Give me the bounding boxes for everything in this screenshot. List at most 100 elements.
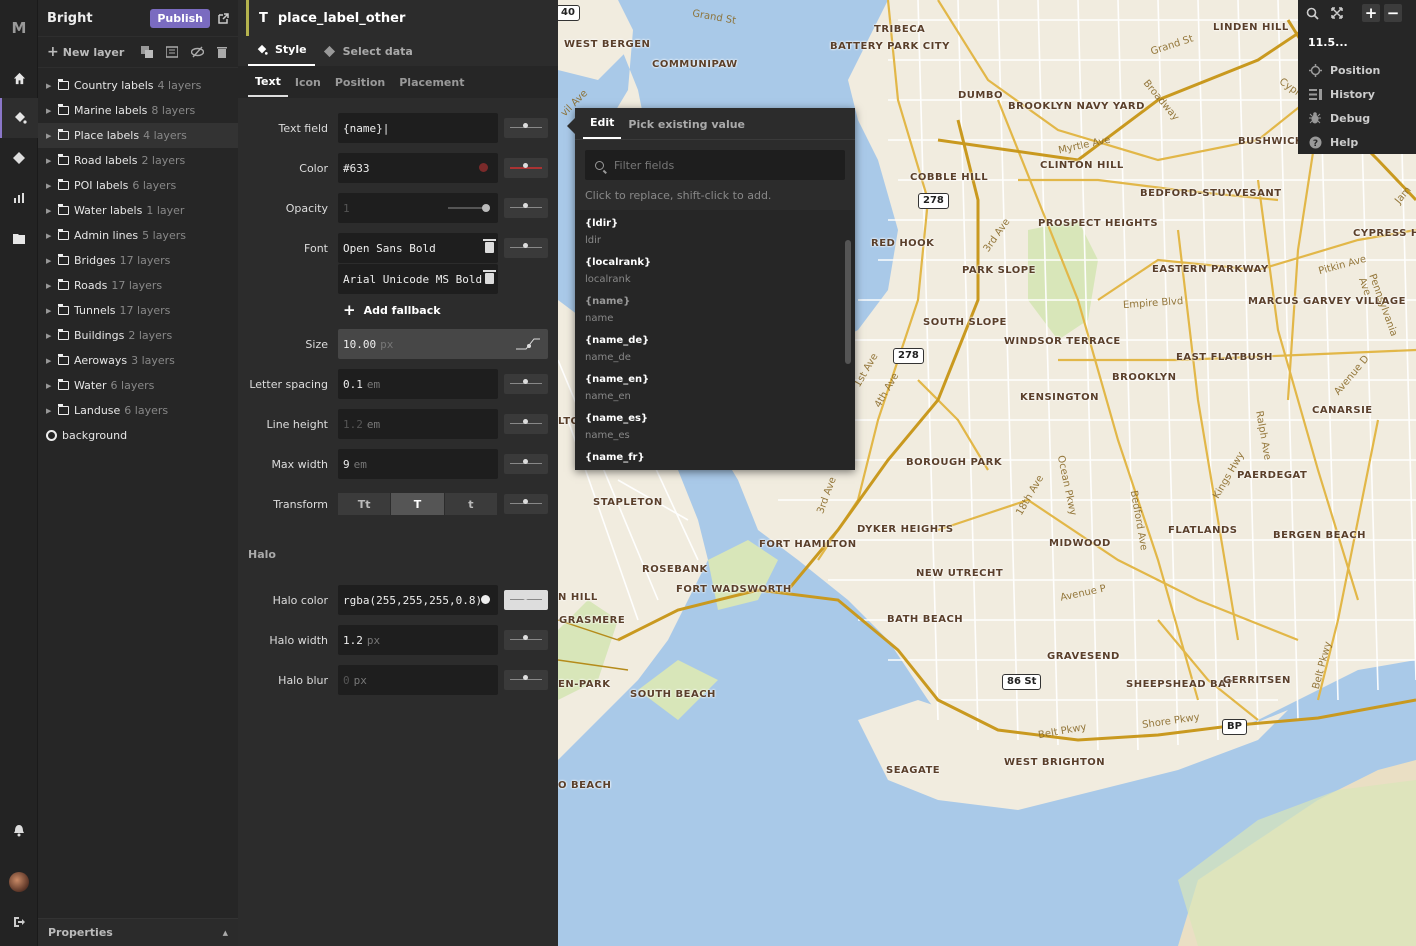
subtab-position[interactable]: Position	[328, 69, 392, 96]
layer-group-row[interactable]: ▶ Road labels 2 layers	[38, 148, 238, 173]
transform-uppercase[interactable]: T	[391, 493, 444, 515]
layer-group-row[interactable]: ▶ POI labels 6 layers	[38, 173, 238, 198]
field-list-scrollbar[interactable]	[845, 240, 851, 364]
zoom-out-button[interactable]: −	[1384, 4, 1402, 22]
fullscreen-icon[interactable]	[1331, 7, 1343, 19]
duplicate-icon[interactable]	[140, 45, 154, 59]
tab-style[interactable]: Style	[248, 43, 315, 66]
size-input[interactable]: 10.00 px	[338, 329, 548, 359]
field-option[interactable]: {localrank} localrank	[575, 249, 855, 288]
text-field-zoom-toggle[interactable]	[504, 118, 548, 138]
layer-group-row[interactable]: ▶ Water 6 layers	[38, 373, 238, 398]
color-swatch[interactable]	[479, 163, 488, 172]
avatar[interactable]	[0, 862, 38, 902]
layer-group-row[interactable]: ▶ Landuse 6 layers	[38, 398, 238, 423]
layer-group-row[interactable]: ▶ Marine labels 8 layers	[38, 98, 238, 123]
opacity-zoom-toggle[interactable]	[504, 198, 548, 218]
debug-button[interactable]: Debug	[1298, 106, 1416, 130]
help-button[interactable]: ? Help	[1298, 130, 1416, 154]
transform-lowercase[interactable]: t	[444, 493, 497, 515]
font-zoom-toggle[interactable]	[504, 238, 548, 258]
trash-icon[interactable]	[483, 270, 496, 284]
expand-caret-icon[interactable]: ▶	[46, 232, 58, 240]
font-input-1[interactable]: Open Sans Bold	[338, 233, 498, 263]
line-height-input[interactable]: 1.2 em	[338, 409, 498, 439]
halo-width-zoom-toggle[interactable]	[504, 630, 548, 650]
open-external-icon[interactable]	[218, 12, 229, 24]
hide-icon[interactable]	[190, 45, 204, 59]
delete-layer-icon[interactable]	[215, 45, 229, 59]
new-layer-button[interactable]: + New layer	[47, 44, 129, 60]
field-option[interactable]: {name} name	[575, 288, 855, 327]
expand-caret-icon[interactable]: ▶	[46, 82, 58, 90]
expand-caret-icon[interactable]: ▶	[46, 357, 58, 365]
zoom-function-icon[interactable]	[514, 335, 542, 351]
tab-select-data[interactable]: Select data	[315, 45, 421, 66]
halo-blur-input[interactable]: 0 px	[338, 665, 498, 695]
sources-icon[interactable]	[0, 138, 38, 178]
expand-caret-icon[interactable]: ▶	[46, 332, 58, 340]
layer-group-row[interactable]: ▶ Country labels 4 layers	[38, 73, 238, 98]
expand-caret-icon[interactable]: ▶	[46, 257, 58, 265]
add-fallback-button[interactable]: + Add fallback	[343, 301, 441, 319]
layer-group-row[interactable]: ▶ Buildings 2 layers	[38, 323, 238, 348]
layer-name-title[interactable]: place_label_other	[278, 11, 406, 26]
expand-caret-icon[interactable]: ▶	[46, 132, 58, 140]
letter-spacing-input[interactable]: 0.1 em	[338, 369, 498, 399]
halo-color-zoom-toggle[interactable]	[504, 590, 548, 610]
halo-width-input[interactable]: 1.2 px	[338, 625, 498, 655]
color-zoom-toggle[interactable]	[504, 158, 548, 178]
max-width-zoom-toggle[interactable]	[504, 454, 548, 474]
history-button[interactable]: History	[1298, 82, 1416, 106]
trash-icon[interactable]	[483, 239, 496, 253]
group-icon[interactable]	[165, 45, 179, 59]
transform-capitalize[interactable]: Tt	[338, 493, 391, 515]
home-icon[interactable]	[0, 58, 38, 98]
expand-caret-icon[interactable]: ▶	[46, 107, 58, 115]
opacity-slider[interactable]	[448, 204, 490, 212]
layer-group-row[interactable]: ▶ Aeroways 3 layers	[38, 348, 238, 373]
subtab-icon[interactable]: Icon	[288, 69, 328, 96]
field-option[interactable]: {name_fr}	[575, 444, 855, 470]
background-layer[interactable]: background	[38, 423, 238, 448]
properties-bar[interactable]: Properties ▲	[38, 918, 238, 946]
layer-group-row[interactable]: ▶ Roads 17 layers	[38, 273, 238, 298]
layer-group-row[interactable]: ▶ Water labels 1 layer	[38, 198, 238, 223]
expand-caret-icon[interactable]: ▶	[46, 182, 58, 190]
expand-caret-icon[interactable]: ▶	[46, 307, 58, 315]
halo-color-swatch[interactable]	[481, 595, 490, 604]
layer-group-row[interactable]: ▶ Tunnels 17 layers	[38, 298, 238, 323]
expand-caret-icon[interactable]: ▶	[46, 382, 58, 390]
popup-tab-edit[interactable]: Edit	[583, 116, 622, 139]
field-option[interactable]: {name_es} name_es	[575, 405, 855, 444]
layer-group-row[interactable]: ▶ Place labels 4 layers	[38, 123, 238, 148]
max-width-input[interactable]: 9 em	[338, 449, 498, 479]
folder-icon[interactable]	[0, 218, 38, 258]
expand-caret-icon[interactable]: ▶	[46, 207, 58, 215]
expand-caret-icon[interactable]: ▶	[46, 157, 58, 165]
stats-icon[interactable]	[0, 178, 38, 218]
halo-blur-zoom-toggle[interactable]	[504, 670, 548, 690]
zoom-in-button[interactable]: +	[1362, 4, 1380, 22]
line-height-zoom-toggle[interactable]	[504, 414, 548, 434]
layer-group-row[interactable]: ▶ Bridges 17 layers	[38, 248, 238, 273]
field-option[interactable]: {name_en} name_en	[575, 366, 855, 405]
layer-group-row[interactable]: ▶ Admin lines 5 layers	[38, 223, 238, 248]
halo-color-input[interactable]: rgba(255,255,255,0.8)	[338, 585, 498, 615]
transform-zoom-toggle[interactable]	[504, 494, 548, 514]
filter-fields-input[interactable]: Filter fields	[585, 150, 845, 180]
expand-caret-icon[interactable]: ▶	[46, 407, 58, 415]
position-button[interactable]: Position	[1298, 58, 1416, 82]
font-input-2[interactable]: Arial Unicode MS Bold	[338, 264, 498, 294]
text-field-input[interactable]: {name}|	[338, 113, 498, 143]
bell-icon[interactable]	[0, 810, 38, 850]
subtab-placement[interactable]: Placement	[392, 69, 471, 96]
expand-caret-icon[interactable]: ▶	[46, 282, 58, 290]
search-icon[interactable]	[1306, 7, 1319, 20]
logout-icon[interactable]	[0, 902, 38, 942]
color-input[interactable]: #633	[338, 153, 498, 183]
letter-spacing-zoom-toggle[interactable]	[504, 374, 548, 394]
app-logo[interactable]: M	[0, 8, 38, 48]
opacity-input[interactable]: 1	[338, 193, 498, 223]
field-option[interactable]: {ldir} ldir	[575, 210, 855, 249]
